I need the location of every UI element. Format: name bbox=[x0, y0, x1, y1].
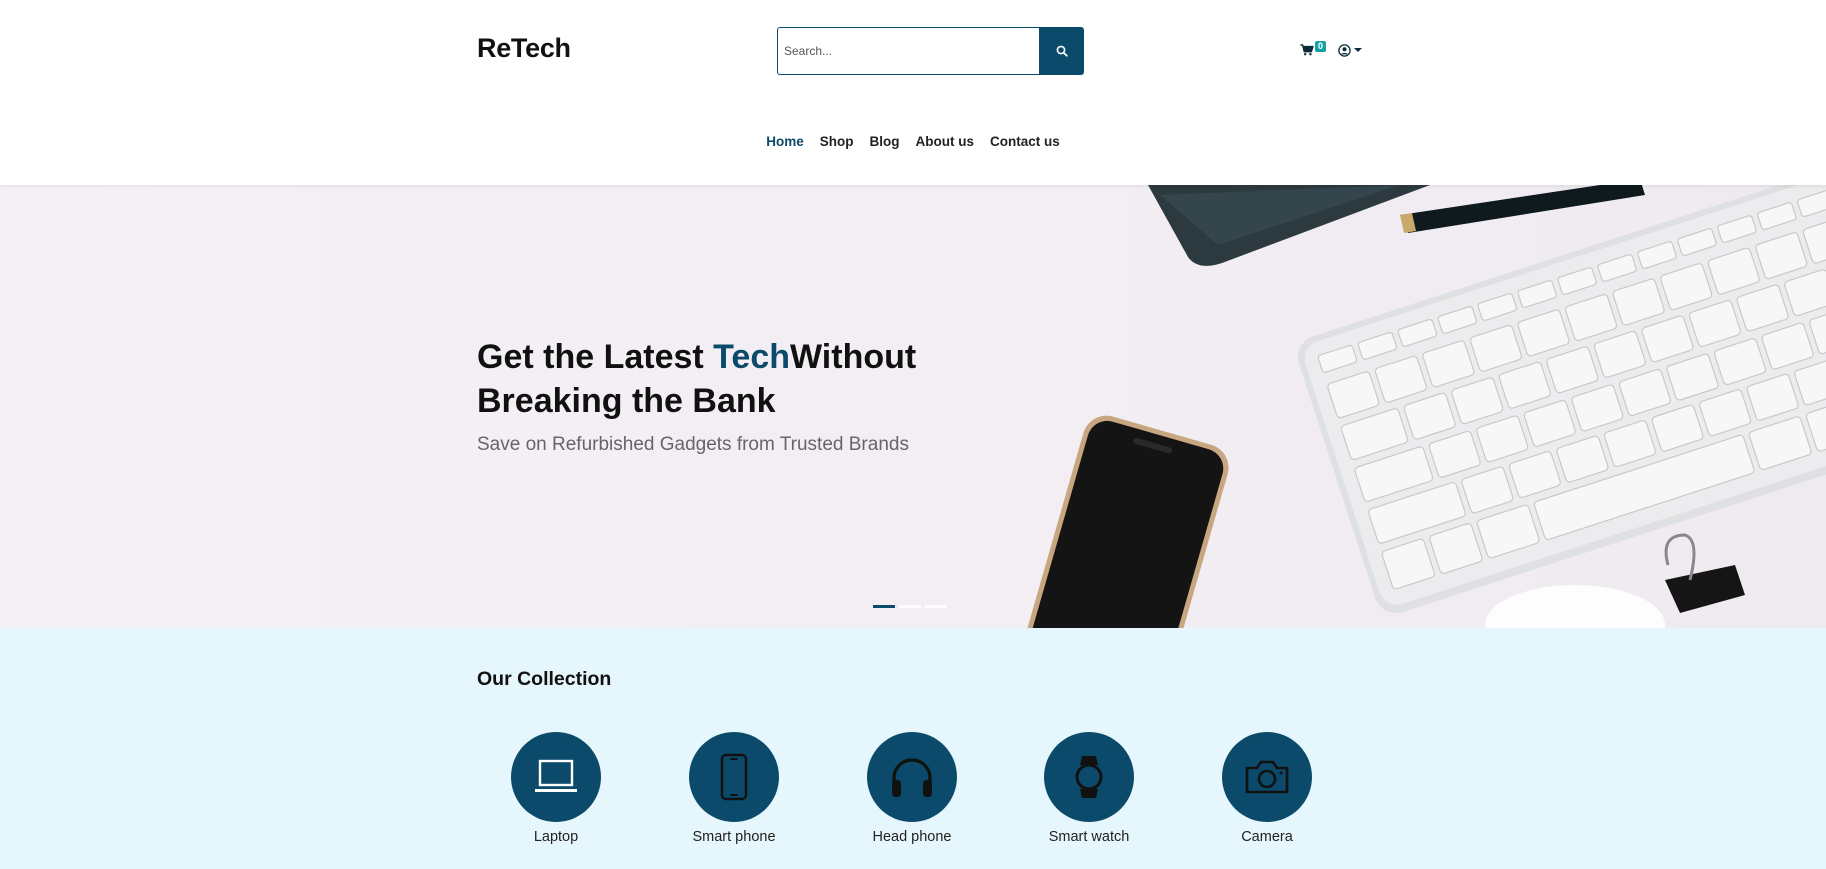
category-camera[interactable]: Camera bbox=[1197, 732, 1337, 845]
nav-home[interactable]: Home bbox=[766, 134, 804, 149]
category-label: Smart watch bbox=[1048, 829, 1130, 845]
smartphone-icon bbox=[720, 753, 748, 801]
carousel-indicators bbox=[873, 605, 947, 608]
hero-title-accent: Tech bbox=[713, 338, 791, 376]
hero-subtitle: Save on Refurbished Gadgets from Trusted… bbox=[477, 434, 909, 455]
category-circle bbox=[689, 732, 779, 822]
carousel-dot-3[interactable] bbox=[925, 605, 947, 608]
category-laptop[interactable]: Laptop bbox=[486, 732, 626, 845]
category-circle bbox=[1044, 732, 1134, 822]
category-label: Camera bbox=[1241, 829, 1293, 845]
site-header: ReTech 0 bbox=[0, 0, 1826, 185]
category-smart-phone[interactable]: Smart phone bbox=[664, 732, 804, 845]
category-label: Head phone bbox=[872, 829, 952, 845]
carousel-dot-2[interactable] bbox=[899, 605, 921, 608]
site-logo[interactable]: ReTech bbox=[477, 33, 571, 64]
search-button[interactable] bbox=[1039, 27, 1084, 75]
collection-title: Our Collection bbox=[477, 668, 612, 690]
headphones-icon bbox=[892, 758, 932, 797]
hero-title-part1: Get the Latest bbox=[477, 338, 714, 376]
hero-title: Get the Latest TechWithout Breaking the … bbox=[477, 335, 997, 423]
category-label: Laptop bbox=[533, 829, 579, 845]
nav-shop[interactable]: Shop bbox=[820, 134, 854, 149]
header-actions: 0 bbox=[1300, 40, 1362, 60]
category-label: Smart phone bbox=[692, 829, 776, 845]
camera-icon bbox=[1245, 760, 1289, 794]
category-circle bbox=[1222, 732, 1312, 822]
search-input[interactable] bbox=[777, 27, 1039, 75]
chevron-down-icon bbox=[1354, 48, 1362, 52]
hero-banner: Get the Latest TechWithout Breaking the … bbox=[0, 185, 1826, 628]
laptop-icon bbox=[535, 759, 577, 792]
cart-count-badge: 0 bbox=[1315, 41, 1327, 52]
main-nav: Home Shop Blog About us Contact us bbox=[0, 134, 1826, 149]
category-smart-watch[interactable]: Smart watch bbox=[1019, 732, 1159, 845]
nav-blog[interactable]: Blog bbox=[870, 134, 900, 149]
carousel-dot-1[interactable] bbox=[873, 605, 895, 608]
smartwatch-icon bbox=[1075, 756, 1103, 798]
search-form bbox=[777, 27, 1084, 75]
category-head-phone[interactable]: Head phone bbox=[842, 732, 982, 845]
cart-button[interactable]: 0 bbox=[1300, 40, 1327, 60]
search-icon bbox=[1056, 45, 1068, 57]
account-menu-button[interactable] bbox=[1338, 43, 1362, 57]
user-circle-icon bbox=[1338, 43, 1351, 57]
cart-icon bbox=[1300, 44, 1314, 56]
category-circle bbox=[867, 732, 957, 822]
nav-about-us[interactable]: About us bbox=[916, 134, 975, 149]
category-circle bbox=[511, 732, 601, 822]
collection-section: Our Collection Laptop Smart phone Head p… bbox=[0, 628, 1826, 869]
nav-contact-us[interactable]: Contact us bbox=[990, 134, 1060, 149]
